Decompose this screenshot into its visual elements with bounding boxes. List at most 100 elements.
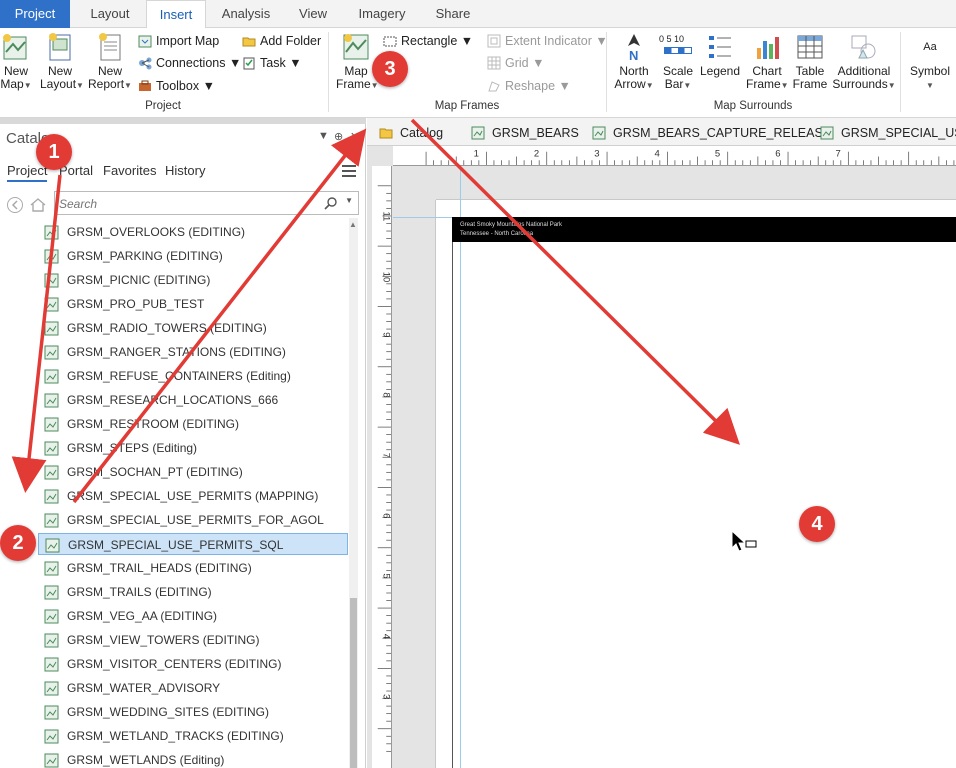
view-tab-grsm-special-use-permits[interactable]: GRSM_SPECIAL_USE_PERMITS <box>820 118 956 146</box>
layout-page[interactable] <box>436 200 956 768</box>
map-frame-icon <box>343 34 369 60</box>
scroll-up-icon[interactable]: ▲ <box>349 220 357 229</box>
close-icon[interactable]: ✕ <box>350 130 359 143</box>
catalog-tab-favorites[interactable]: Favorites <box>103 163 156 178</box>
catalog-list-item[interactable]: GRSM_RANGER_STATIONS (EDITING) <box>38 341 348 363</box>
catalog-item-label: GRSM_VIEW_TOWERS (EDITING) <box>67 633 260 647</box>
tab-view[interactable]: View <box>288 0 338 28</box>
home-icon[interactable] <box>29 196 47 214</box>
catalog-list-item[interactable]: GRSM_TRAILS (EDITING) <box>38 581 348 603</box>
hamburger-menu-icon[interactable] <box>342 165 356 177</box>
catalog-list-item[interactable]: GRSM_SOCHAN_PT (EDITING) <box>38 461 348 483</box>
tab-imagery[interactable]: Imagery <box>350 0 414 28</box>
layout-icon <box>471 126 485 140</box>
catalog-tab-project[interactable]: Project <box>7 163 48 182</box>
scale-ticks: 0 5 10 <box>659 34 685 44</box>
search-icon[interactable] <box>324 196 338 210</box>
table-frame-button[interactable]: Table Frame <box>790 32 830 91</box>
catalog-list-item[interactable]: GRSM_REFUSE_CONTAINERS (Editing) <box>38 365 348 387</box>
toolbox-button[interactable]: Toolbox ▼ <box>138 76 215 96</box>
horizontal-ruler: 1 2 3 4 5 6 7 <box>393 146 956 166</box>
symbol-icon: Aa <box>923 41 937 53</box>
catalog-list-item[interactable]: GRSM_TRAIL_HEADS (EDITING) <box>38 557 348 579</box>
reshape-button[interactable]: Reshape ▼ <box>487 76 571 96</box>
tab-layout[interactable]: Layout <box>78 0 142 28</box>
page-margin-line <box>452 242 453 768</box>
catalog-list-item[interactable]: GRSM_RADIO_TOWERS (EDITING) <box>38 317 348 339</box>
grid-button[interactable]: Grid ▼ <box>487 53 544 73</box>
catalog-scrollbar[interactable]: ▲ <box>349 218 358 768</box>
pin-icon[interactable]: ⊕ <box>334 130 343 143</box>
catalog-list-item[interactable]: GRSM_WETLANDS (Editing) <box>38 749 348 768</box>
catalog-item-label: GRSM_PRO_PUB_TEST <box>67 297 205 311</box>
catalog-list-item[interactable]: GRSM_SPECIAL_USE_PERMITS_FOR_AGOL <box>38 509 348 531</box>
symbol-button[interactable]: Aa Symbol ▼ <box>904 32 956 92</box>
view-tab-grsm-bears-capture-release[interactable]: GRSM_BEARS_CAPTURE_RELEASE <box>592 118 831 146</box>
catalog-list-item[interactable]: GRSM_VISITOR_CENTERS (EDITING) <box>38 653 348 675</box>
connections-icon <box>139 57 152 70</box>
map-surrounds-group-label: Map Surrounds <box>713 100 793 112</box>
back-icon[interactable] <box>6 196 24 214</box>
new-report-button[interactable]: New Report▼ <box>86 32 134 92</box>
group-separator <box>328 32 329 112</box>
layout-item-icon <box>44 417 59 432</box>
chevron-down-icon[interactable]: ▼ <box>345 196 353 205</box>
catalog-list-item[interactable]: GRSM_PICNIC (EDITING) <box>38 269 348 291</box>
catalog-tab-history[interactable]: History <box>165 163 205 178</box>
catalog-item-label: GRSM_TRAIL_HEADS (EDITING) <box>67 561 252 575</box>
tab-share[interactable]: Share <box>428 0 478 28</box>
ruler-label: 3 <box>594 148 599 159</box>
new-layout-button[interactable]: New Layout▼ <box>40 32 84 92</box>
map-frame-cursor-icon <box>731 529 757 552</box>
task-button[interactable]: Task ▼ <box>242 53 302 73</box>
tab-analysis[interactable]: Analysis <box>214 0 278 28</box>
new-map-button[interactable]: New Map▼ <box>0 32 32 92</box>
pane-options-icon[interactable]: ▼ <box>318 130 329 142</box>
layout-item-icon <box>44 393 59 408</box>
vertical-ruler: 11 10 9 8 7 6 5 4 3 <box>372 166 392 768</box>
north-arrow-button[interactable]: N North Arrow▼ <box>612 32 656 92</box>
search-input[interactable] <box>59 195 309 212</box>
catalog-list-item[interactable]: GRSM_SPECIAL_USE_PERMITS (MAPPING) <box>38 485 348 507</box>
view-tab-grsm-bears[interactable]: GRSM_BEARS <box>471 118 579 146</box>
catalog-list-item[interactable]: GRSM_OVERLOOKS (EDITING) <box>38 221 348 243</box>
rectangle-button[interactable]: Rectangle ▼ <box>383 31 473 51</box>
catalog-list-item[interactable]: GRSM_SPECIAL_USE_PERMITS_SQL <box>38 533 348 555</box>
import-map-button[interactable]: Import Map <box>138 31 219 51</box>
ruler-label: 5 <box>715 148 720 159</box>
catalog-list-item[interactable]: GRSM_RESTROOM (EDITING) <box>38 413 348 435</box>
rectangle-icon <box>383 36 397 47</box>
catalog-list-item[interactable]: GRSM_VIEW_TOWERS (EDITING) <box>38 629 348 651</box>
tab-insert[interactable]: Insert <box>146 0 206 29</box>
import-map-icon <box>138 35 152 48</box>
view-tab-catalog[interactable]: Catalog <box>379 118 443 146</box>
layout-item-icon <box>44 489 59 504</box>
scale-bar-button[interactable]: 0 5 10 Scale Bar▼ <box>658 32 698 92</box>
chart-frame-button[interactable]: Chart Frame▼ <box>746 32 789 92</box>
legend-button[interactable]: Legend <box>698 32 742 78</box>
extent-indicator-button[interactable]: Extent Indicator ▼ <box>487 31 608 51</box>
catalog-list-item[interactable]: GRSM_PARKING (EDITING) <box>38 245 348 267</box>
title-banner[interactable] <box>452 217 956 242</box>
connections-button[interactable]: Connections ▼ <box>138 53 241 73</box>
add-folder-button[interactable]: Add Folder <box>242 31 321 51</box>
map-frame-button[interactable]: Map Frame▼ <box>336 32 379 92</box>
catalog-item-label: GRSM_RADIO_TOWERS (EDITING) <box>67 321 267 335</box>
tab-project[interactable]: Project <box>0 0 70 28</box>
catalog-list-item[interactable]: GRSM_STEPS (Editing) <box>38 437 348 459</box>
catalog-icon <box>379 128 393 139</box>
catalog-item-label: GRSM_PARKING (EDITING) <box>67 249 223 263</box>
scrollbar-thumb[interactable] <box>350 598 357 768</box>
catalog-list-item[interactable]: GRSM_WETLAND_TRACKS (EDITING) <box>38 725 348 747</box>
catalog-list-item[interactable]: GRSM_PRO_PUB_TEST <box>38 293 348 315</box>
new-layout-icon <box>49 33 71 61</box>
catalog-item-label: GRSM_TRAILS (EDITING) <box>67 585 212 599</box>
catalog-list-item[interactable]: GRSM_WATER_ADVISORY <box>38 677 348 699</box>
ruler-label: 4 <box>655 148 660 159</box>
catalog-list-item[interactable]: GRSM_WEDDING_SITES (EDITING) <box>38 701 348 723</box>
catalog-list-item[interactable]: GRSM_VEG_AA (EDITING) <box>38 605 348 627</box>
ruler-label: 7 <box>380 453 391 458</box>
catalog-list-item[interactable]: GRSM_RESEARCH_LOCATIONS_666 <box>38 389 348 411</box>
ruler-label: 5 <box>380 573 391 578</box>
additional-surrounds-button[interactable]: Additional Surrounds▼ <box>832 32 896 92</box>
